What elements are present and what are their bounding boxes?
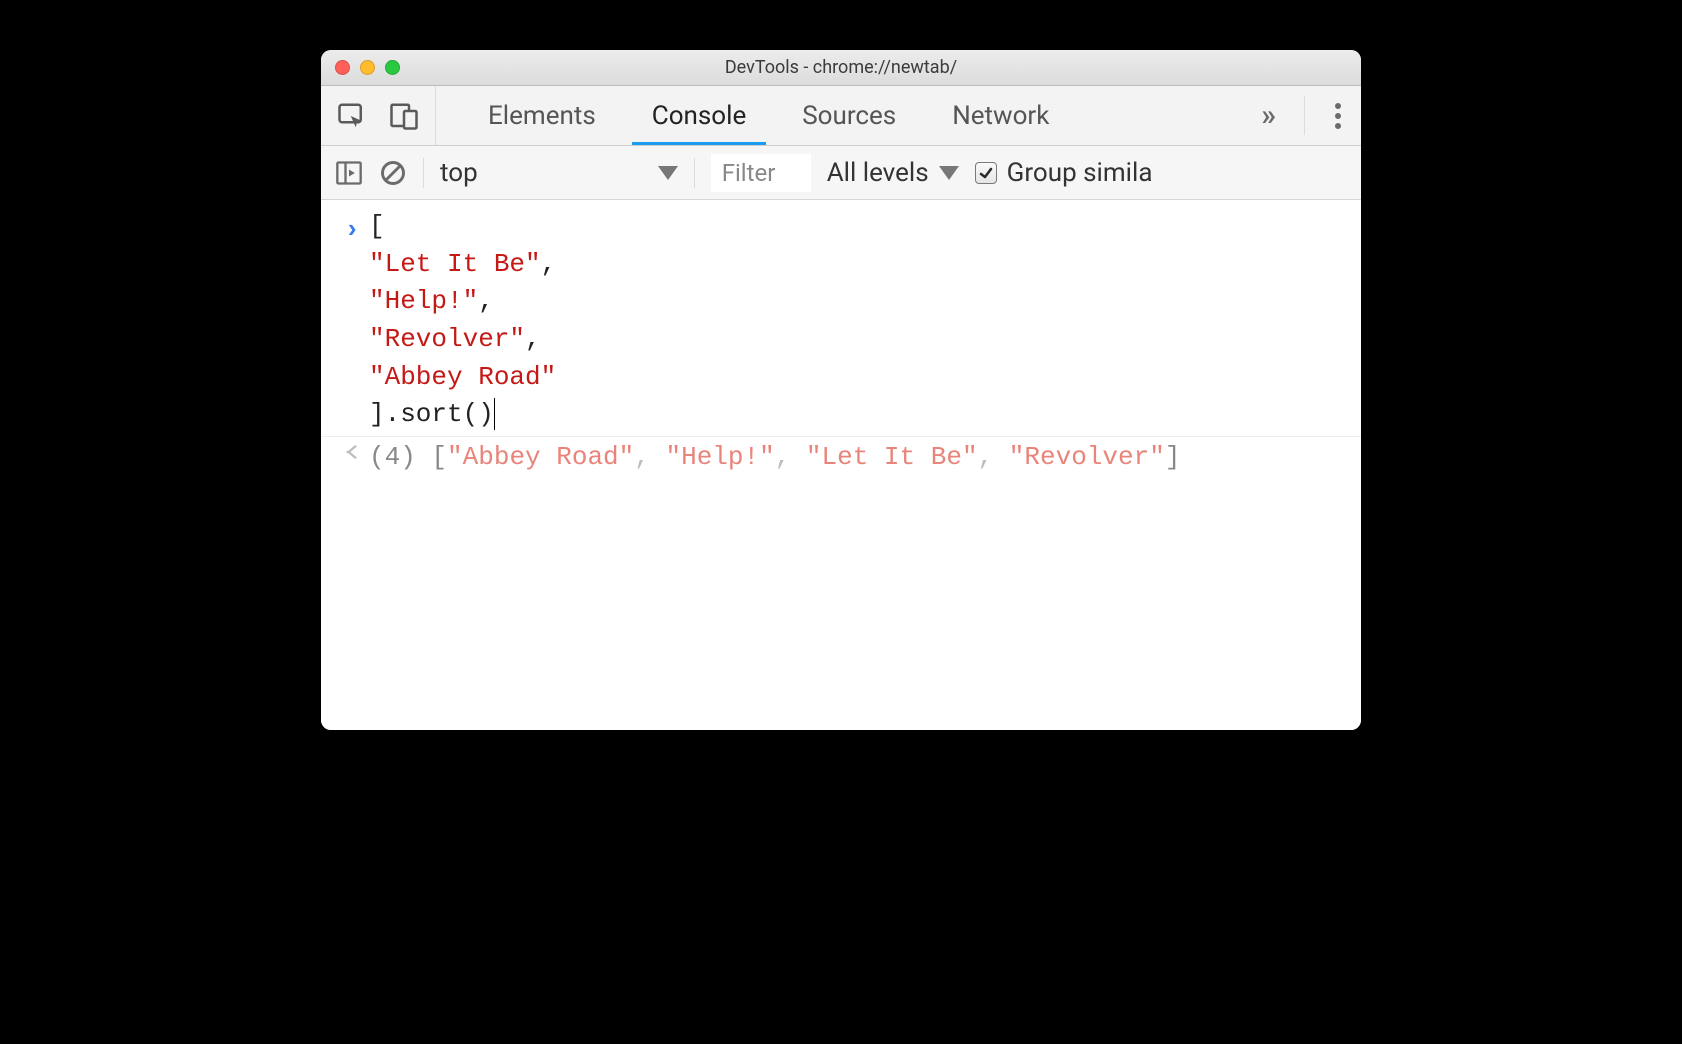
levels-label: All levels <box>827 158 929 188</box>
tab-console[interactable]: Console <box>624 86 774 145</box>
console-input-code[interactable]: [ "Let It Be", "Help!", "Revolver", "Abb… <box>369 208 1347 434</box>
output-preview-icon <box>335 439 369 461</box>
separator <box>694 158 695 188</box>
tab-elements[interactable]: Elements <box>460 86 624 145</box>
group-similar-toggle[interactable]: Group simila <box>975 158 1153 188</box>
input-prompt-icon: › <box>344 212 360 250</box>
inspect-element-icon[interactable] <box>337 101 367 131</box>
filter-input[interactable]: Filter <box>711 154 811 192</box>
group-similar-label: Group simila <box>1007 158 1153 188</box>
tab-sources[interactable]: Sources <box>774 86 924 145</box>
tab-label: Elements <box>488 101 596 131</box>
console-body: › [ "Let It Be", "Help!", "Revolver", "A… <box>321 200 1361 730</box>
chevron-down-icon <box>939 166 959 180</box>
tabs-list: Elements Console Sources Network <box>436 86 1077 145</box>
tab-network[interactable]: Network <box>924 86 1077 145</box>
tabs-overflow-button[interactable]: » <box>1261 98 1276 133</box>
console-eager-eval-row: (4) ["Abbey Road", "Help!", "Let It Be",… <box>321 436 1361 479</box>
minimize-window-button[interactable] <box>360 60 375 75</box>
tabs-bar: Elements Console Sources Network » <box>321 86 1361 146</box>
more-options-icon[interactable] <box>1333 101 1343 131</box>
device-toolbar-icon[interactable] <box>389 101 419 131</box>
console-sidebar-toggle-icon[interactable] <box>335 159 363 187</box>
zoom-window-button[interactable] <box>385 60 400 75</box>
window-title: DevTools - chrome://newtab/ <box>321 57 1361 78</box>
clear-console-icon[interactable] <box>379 159 407 187</box>
tab-label: Sources <box>802 101 896 131</box>
checkbox-checked-icon <box>975 162 997 184</box>
devtools-window: DevTools - chrome://newtab/ <box>321 50 1361 730</box>
context-label: top <box>440 158 478 188</box>
tab-label: Console <box>652 101 746 131</box>
console-toolbar: top Filter All levels Group simila <box>321 146 1361 200</box>
console-preview-code: (4) ["Abbey Road", "Help!", "Let It Be",… <box>369 439 1347 477</box>
console-input-row[interactable]: › [ "Let It Be", "Help!", "Revolver", "A… <box>321 206 1361 436</box>
close-window-button[interactable] <box>335 60 350 75</box>
titlebar: DevTools - chrome://newtab/ <box>321 50 1361 86</box>
chevron-down-icon <box>658 166 678 180</box>
divider <box>1304 96 1305 135</box>
execution-context-selector[interactable]: top <box>440 158 678 188</box>
log-levels-selector[interactable]: All levels <box>827 158 959 188</box>
traffic-lights <box>335 60 400 75</box>
tab-label: Network <box>952 101 1049 131</box>
separator <box>423 158 424 188</box>
